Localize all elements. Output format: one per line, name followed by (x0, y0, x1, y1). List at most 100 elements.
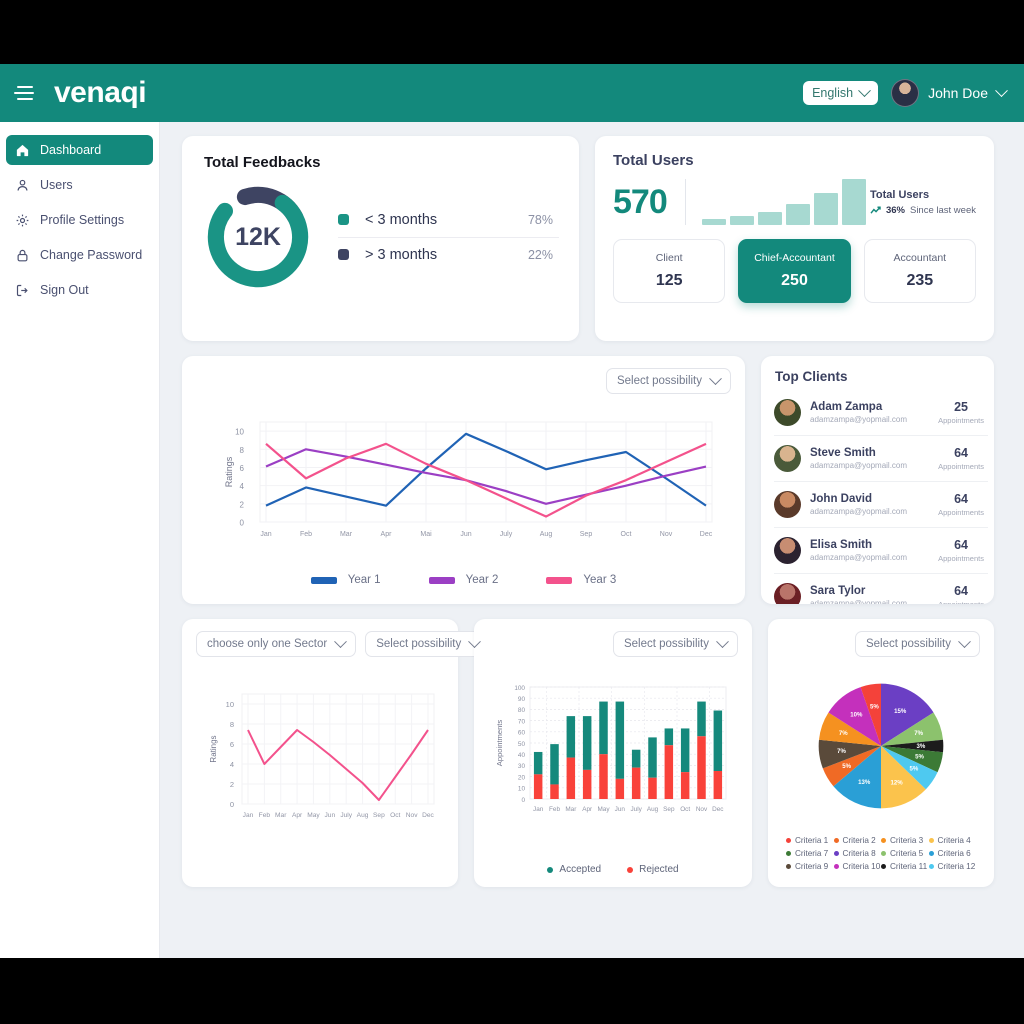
svg-text:Dec: Dec (699, 531, 712, 538)
client-appointments: 25 Appointments (938, 400, 984, 425)
legend-label: Criteria 10 (842, 862, 881, 871)
svg-text:Mai: Mai (420, 531, 432, 538)
sidebar-item-label: Sign Out (40, 283, 89, 297)
svg-text:10: 10 (226, 700, 234, 709)
appointment-count: 25 (954, 400, 969, 414)
sector-toolbar: choose only one Sector Select possibilit… (196, 631, 491, 657)
client-appointments: 64 Appointments (938, 492, 984, 517)
legend-label: Rejected (639, 864, 679, 875)
pie-chart-legend: Criteria 1 Criteria 2 Criteria 3 Criteria 4… (782, 834, 980, 875)
trend-up-icon (870, 206, 881, 214)
legend-swatch (546, 576, 573, 584)
svg-text:Dec: Dec (712, 806, 724, 813)
select-possibility-dropdown[interactable]: Select possibility (612, 631, 738, 657)
legend-item: Criteria 1 (786, 834, 834, 847)
svg-text:5%: 5% (909, 765, 918, 772)
chevron-down-icon (716, 634, 729, 648)
tile-label: Client (655, 252, 683, 264)
top-clients-list[interactable]: Adam Zampa adamzampa@yopmail.com 25 Appoint… (761, 390, 994, 604)
svg-text:Jun: Jun (460, 531, 471, 538)
svg-text:May: May (597, 806, 610, 813)
legend-swatch (310, 576, 337, 584)
legend-percent: 22% (527, 247, 553, 262)
sidebar-item-dashboard[interactable]: Dashboard (6, 135, 153, 165)
sidebar-item-change-password[interactable]: Change Password (6, 240, 153, 270)
legend-label: Criteria 7 (795, 849, 829, 858)
hamburger-icon[interactable] (14, 84, 36, 102)
sidebar-item-users[interactable]: Users (6, 170, 153, 200)
select-possibility-dropdown[interactable]: Select possibility (365, 631, 491, 657)
total-users-card: Total Users 570 Total Users 36% Since la… (595, 136, 994, 341)
legend-label: < 3 months (365, 211, 438, 228)
svg-text:100: 100 (514, 685, 525, 692)
language-selector[interactable]: English (803, 81, 879, 105)
svg-text:May: May (307, 812, 320, 819)
chevron-down-icon (858, 83, 871, 97)
user-menu[interactable]: John Doe (891, 79, 1008, 107)
appointment-unit: Appointments (938, 416, 984, 425)
client-appointments: 64 Appointments (938, 538, 984, 563)
legend-item: Criteria 3 (881, 834, 929, 847)
client-email: adamzampa@yopmail.com (810, 461, 908, 470)
legend-item: Accepted (547, 864, 601, 875)
svg-text:Feb: Feb (299, 531, 311, 538)
sidebar-item-profile-settings[interactable]: Profile Settings (6, 205, 153, 235)
sidebar: Dashboard Users Profile Settings Change … (0, 122, 160, 958)
svg-text:July: July (630, 806, 642, 813)
legend-swatch (881, 851, 886, 856)
legend-swatch (833, 851, 839, 856)
card-title: Total Feedbacks (204, 154, 321, 171)
svg-text:15%: 15% (894, 707, 907, 714)
tile-accountant[interactable]: Accountant 235 (863, 239, 976, 304)
legend-swatch (928, 838, 934, 843)
svg-text:13%: 13% (858, 779, 871, 786)
home-icon (16, 144, 29, 156)
svg-text:7%: 7% (839, 729, 848, 736)
list-item: Elisa Smith adamzampa@yopmail.com 64 Appoin… (774, 527, 988, 573)
legend-swatch (833, 864, 839, 869)
appointment-unit: Appointments (938, 554, 984, 563)
svg-text:5%: 5% (915, 753, 924, 760)
appointment-unit: Appointments (938, 600, 984, 604)
svg-text:6: 6 (230, 740, 234, 749)
svg-text:Oct: Oct (620, 531, 631, 538)
svg-text:40: 40 (518, 752, 526, 759)
svg-text:Jan: Jan (243, 812, 254, 819)
legend-swatch (786, 838, 791, 843)
legend-swatch (338, 214, 349, 225)
criteria-pie-chart: 15% 7% 3% 5% 5% 12% 13% 5% 7% 7% 10% 5% (782, 657, 980, 834)
legend-swatch (786, 864, 791, 869)
svg-text:12%: 12% (890, 779, 903, 786)
svg-text:90: 90 (518, 696, 526, 703)
svg-text:Apr: Apr (380, 531, 392, 538)
legend-label: Criteria 1 (795, 836, 829, 845)
select-possibility-dropdown[interactable]: Select possibility (605, 368, 731, 394)
legend-item: Criteria 9 (786, 860, 834, 873)
appointment-count: 64 (954, 538, 969, 552)
tile-chief-accountant[interactable]: Chief-Accountant 250 (738, 239, 851, 304)
svg-text:10%: 10% (850, 711, 863, 718)
sector-dropdown[interactable]: choose only one Sector (196, 631, 357, 657)
select-label: Select possibility (376, 638, 462, 650)
client-name: Elisa Smith (810, 539, 872, 551)
legend-swatch (627, 866, 634, 873)
svg-text:July: July (340, 812, 352, 819)
legend-label: Criteria 2 (842, 836, 876, 845)
legend-item: Year 2 (428, 574, 498, 586)
legend-item: Rejected (627, 864, 679, 875)
sidebar-item-sign-out[interactable]: Sign Out (6, 275, 153, 305)
row-middle: Select possibility 0 2 4 6 8 10 Jan Feb Mar Apr Ma… (182, 356, 994, 604)
svg-text:Nov: Nov (696, 806, 708, 813)
total-users-sparkline (684, 179, 866, 225)
svg-text:70: 70 (518, 718, 526, 725)
client-info: Steve Smith adamzampa@yopmail.com (810, 447, 929, 470)
select-possibility-dropdown[interactable]: Select possibility (854, 631, 980, 657)
svg-text:Ratings: Ratings (224, 456, 234, 487)
appointment-unit: Appointments (938, 508, 984, 517)
sector-ratings-card: choose only one Sector Select possibilit… (182, 619, 491, 887)
brand-logo: venaqi (54, 76, 147, 109)
client-name: Sara Tylor (810, 585, 866, 597)
svg-text:60: 60 (518, 730, 526, 737)
legend-swatch (881, 838, 886, 843)
tile-client[interactable]: Client 125 (613, 239, 726, 304)
